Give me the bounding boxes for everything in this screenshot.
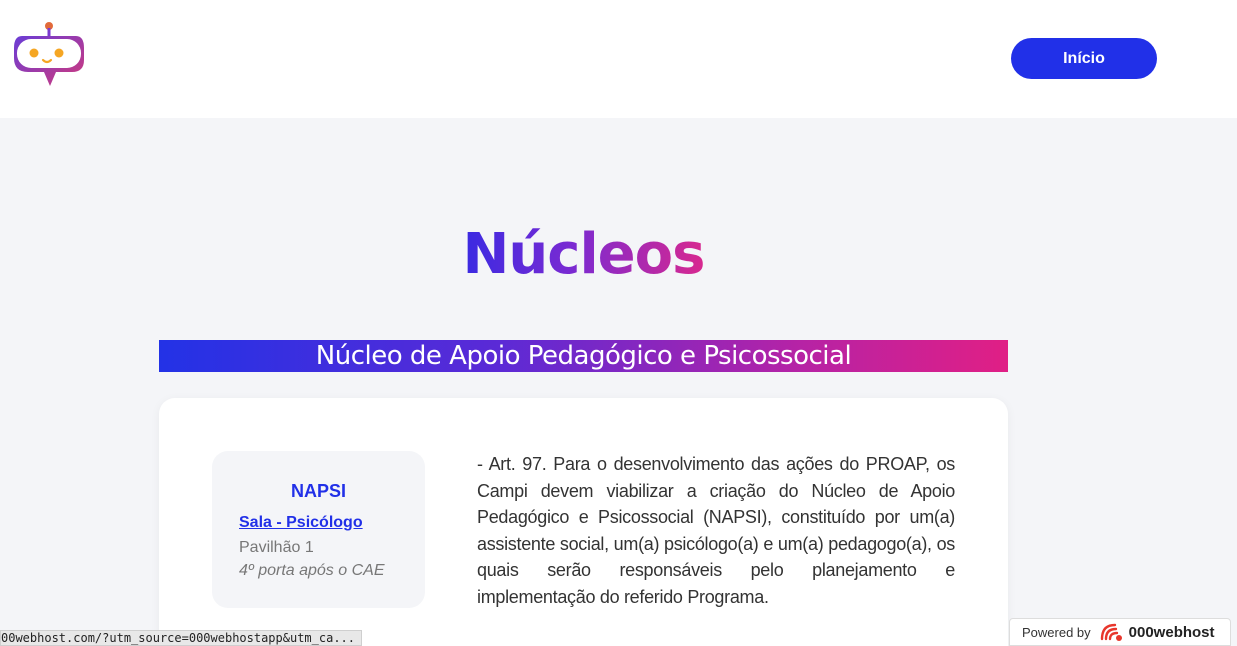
section-banner: Núcleo de Apoio Pedagógico e Psicossocia…	[159, 340, 1008, 372]
info-box-title: NAPSI	[290, 481, 346, 501]
status-bar-url: 00webhost.com/?utm_source=000webhostapp&…	[0, 630, 362, 646]
powered-by-brand: 000webhost	[1128, 623, 1215, 641]
article-text: - Art. 97. Para o desenvolvimento das aç…	[477, 454, 955, 607]
inicio-button[interactable]: Início	[1011, 38, 1157, 79]
napsi-card: NAPSI Sala - Psicólogo Pavilhão 1 4º por…	[159, 398, 1008, 646]
webhost-logo-icon	[1099, 621, 1125, 643]
sala-psicologo-link[interactable]: Sala - Psicólogo	[239, 514, 363, 532]
robot-logo-icon[interactable]	[12, 20, 88, 90]
napsi-info-box: NAPSI Sala - Psicólogo Pavilhão 1 4º por…	[212, 451, 425, 608]
site-header: Início	[0, 0, 1237, 118]
info-note: 4º porta após o CAE	[239, 562, 385, 579]
powered-by-badge[interactable]: Powered by 000webhost	[1009, 618, 1231, 646]
powered-by-label: Powered by	[1022, 624, 1091, 640]
page-title: Núcleos	[462, 222, 706, 287]
info-location: Pavilhão 1	[239, 539, 314, 556]
